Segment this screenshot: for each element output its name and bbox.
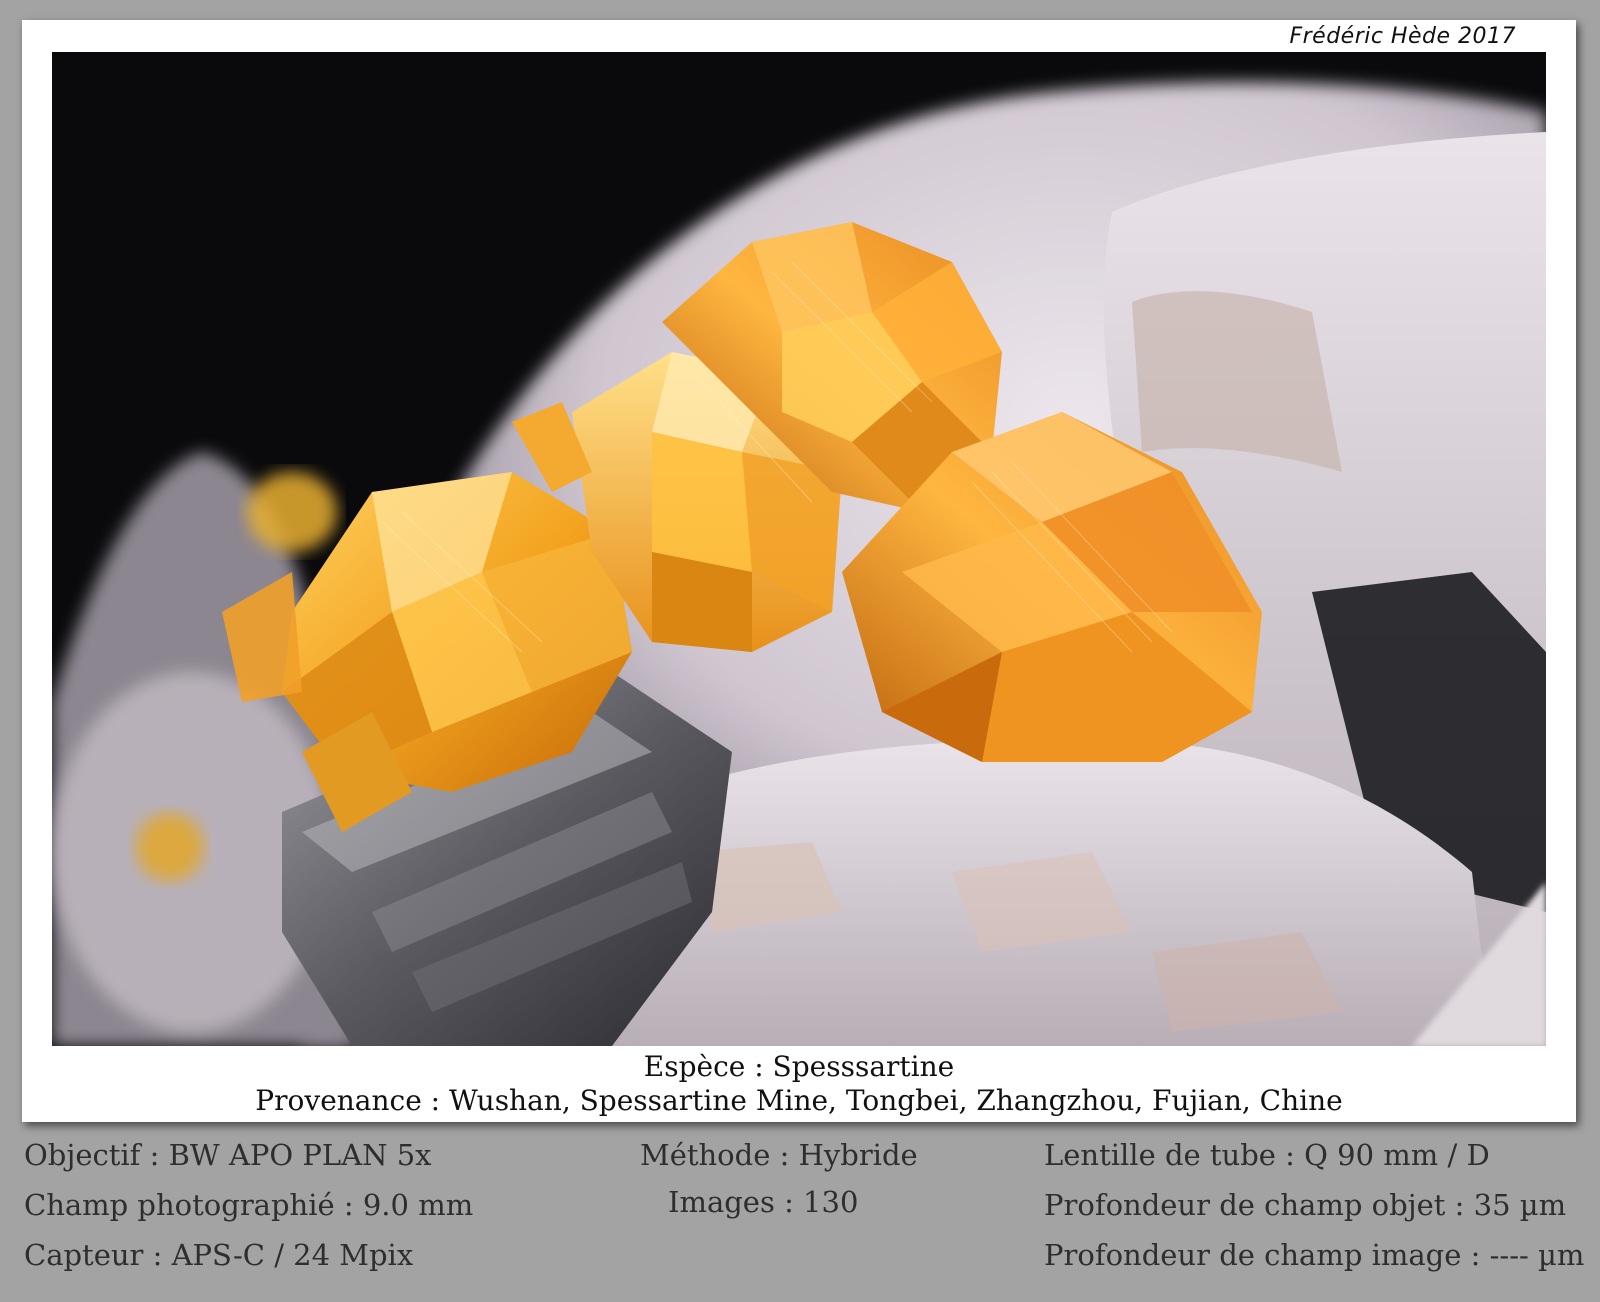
method-info: Méthode : Hybride (640, 1138, 918, 1172)
image-count-info: Images : 130 (668, 1185, 859, 1219)
object-depth-of-field-info: Profondeur de champ objet : 35 µm (1044, 1188, 1567, 1222)
spessartine-photo-illustration (52, 52, 1546, 1046)
provenance-label: Provenance : Wushan, Spessartine Mine, T… (255, 1084, 1343, 1117)
method-details: Méthode : Hybride Images : 130 (640, 1130, 918, 1224)
photo-card: Frédéric Hède 2017 Espèce: Spesssartine… (22, 20, 1576, 1122)
species-label: Espèce : Spesssartine (643, 1050, 955, 1083)
photographer-signature: Frédéric Hède 2017 (1289, 24, 1516, 49)
optics-details: Lentille de tube : Q 90 mm / D Profondeu… (1044, 1130, 1584, 1280)
tube-lens-info: Lentille de tube : Q 90 mm / D (1044, 1138, 1490, 1172)
image-depth-of-field-info: Profondeur de champ image : ---- µm (1044, 1238, 1585, 1272)
equipment-details: Objectif : BW APO PLAN 5x Champ photogra… (24, 1130, 473, 1280)
field-of-view-info: Champ photographié : 9.0 mm (24, 1188, 474, 1222)
objective-info: Objectif : BW APO PLAN 5x (24, 1138, 432, 1172)
photo-caption: Espèce : Spesssartine Provenance : Wusha… (22, 1050, 1576, 1118)
sensor-info: Capteur : APS-C / 24 Mpix (24, 1238, 414, 1272)
mineral-photo (52, 52, 1546, 1046)
